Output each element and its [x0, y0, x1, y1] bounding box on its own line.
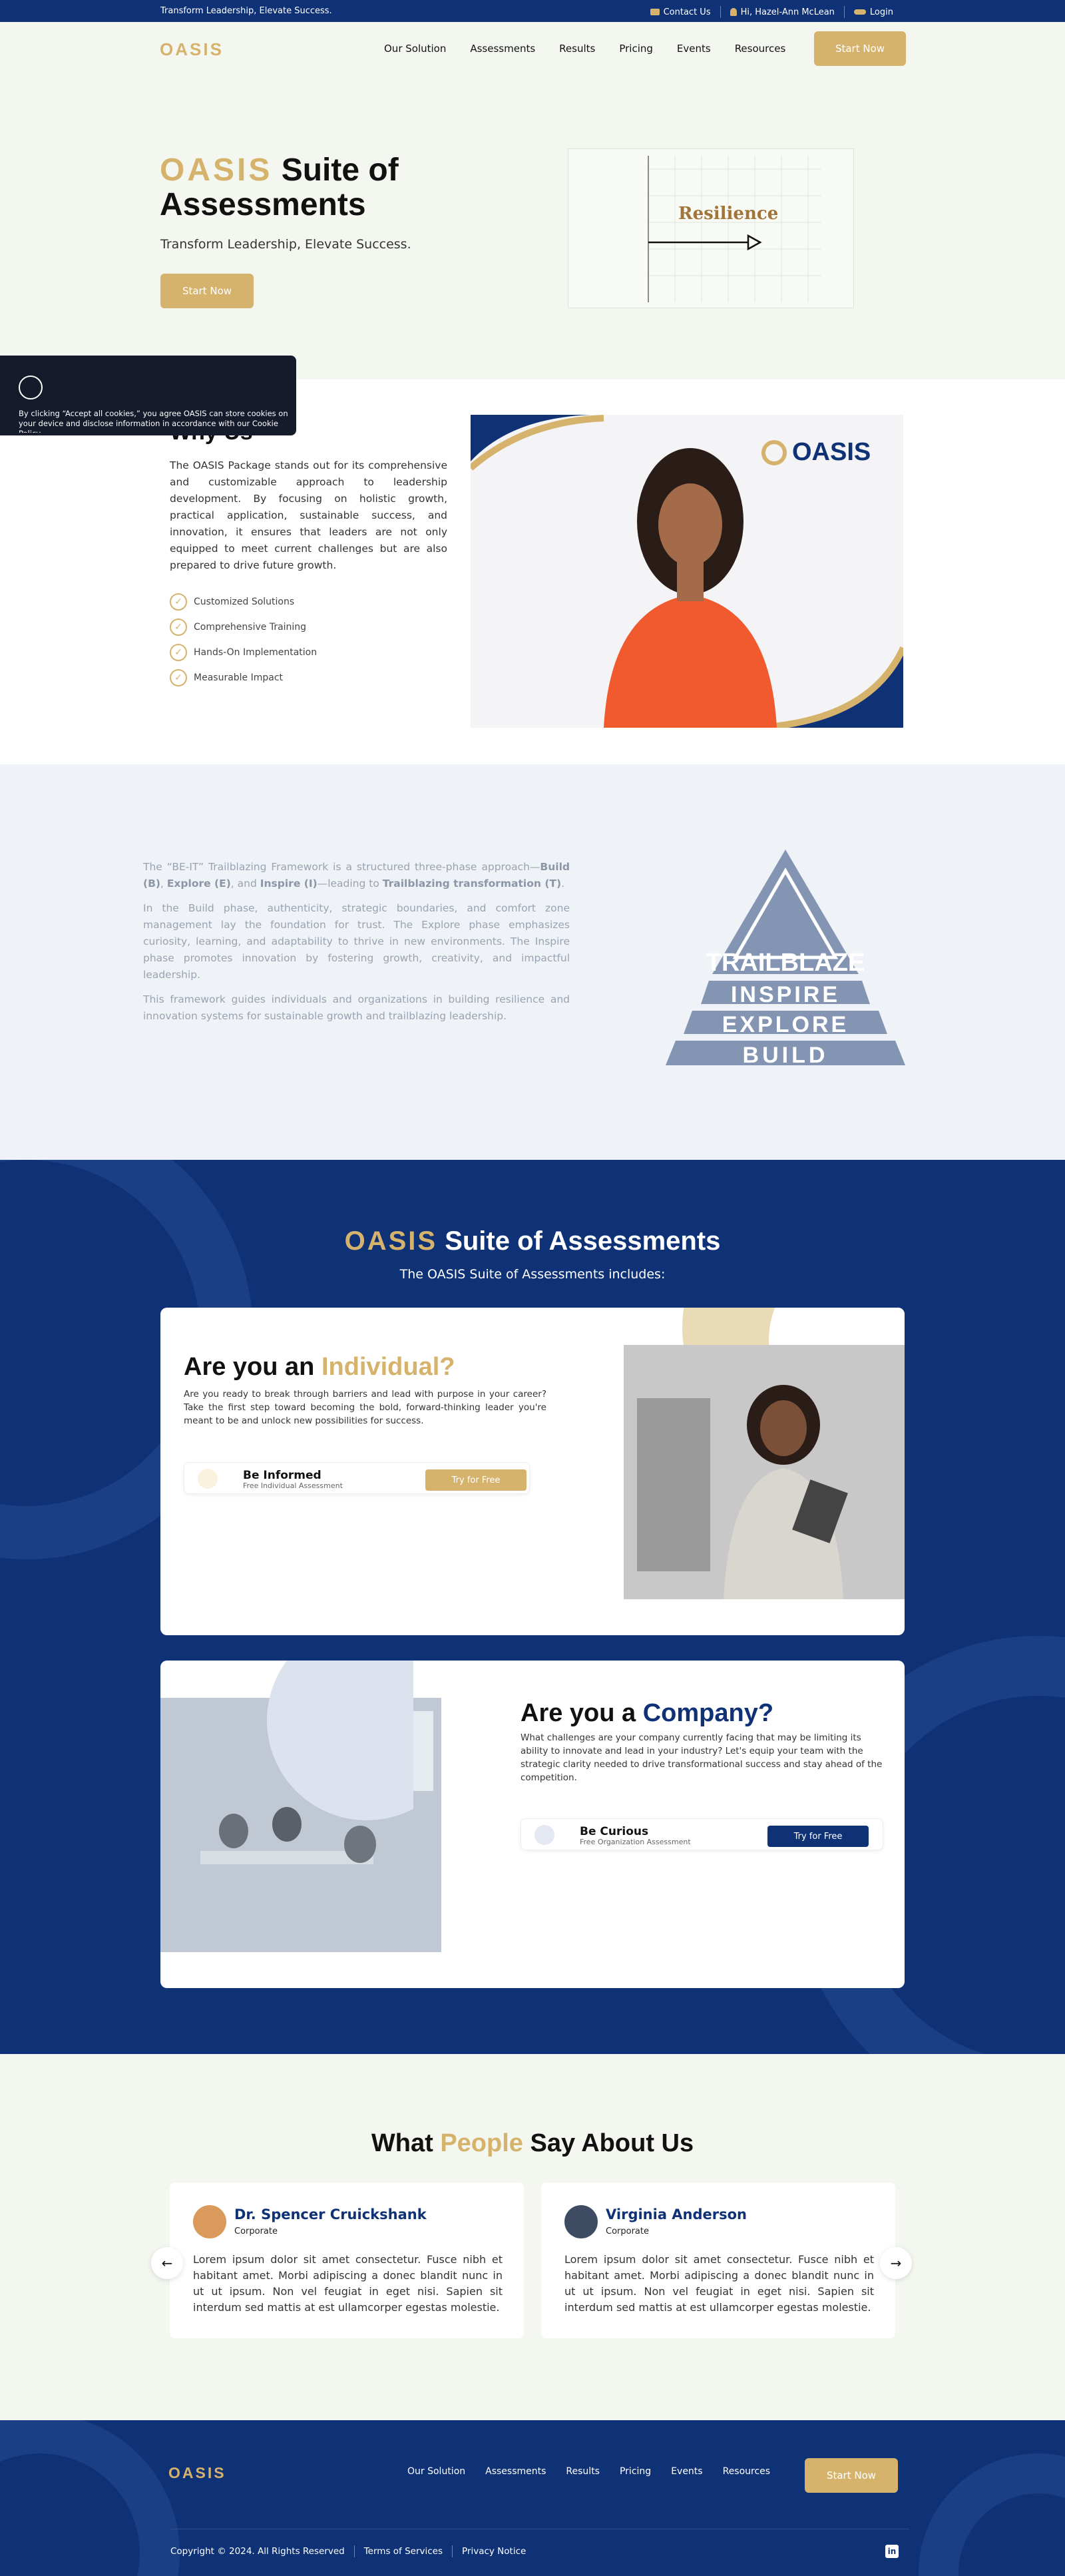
footer-bottom: Copyright © 2024. All Rights Reserved Te…: [170, 2545, 526, 2557]
footer-nav-pricing[interactable]: Pricing: [620, 2466, 651, 2477]
magnifier-icon: [534, 1825, 554, 1845]
company-try-free-button[interactable]: Try for Free: [767, 1826, 869, 1847]
privacy-link[interactable]: Privacy Notice: [462, 2546, 526, 2557]
trailblaze-section: The “BE-IT” Trailblazing Framework is a …: [0, 764, 1065, 1160]
divider: [452, 2545, 453, 2557]
resilience-chart-graphic: [648, 156, 821, 302]
footer-nav-our-solution[interactable]: Our Solution: [407, 2466, 465, 2477]
check-icon: ✓: [170, 644, 187, 661]
framework-paragraph: The “BE-IT” Trailblazing Framework is a …: [143, 861, 570, 890]
hero-start-now-button[interactable]: Start Now: [160, 274, 254, 308]
feature-item: ✓ Customized Solutions: [170, 589, 317, 615]
nav-events[interactable]: Events: [677, 43, 711, 55]
framework-paragraph: In the Build phase, authenticity, strate…: [143, 902, 570, 981]
header-start-now-button[interactable]: Start Now: [814, 31, 906, 66]
footer-logo[interactable]: OASIS: [168, 2464, 226, 2482]
user-greeting[interactable]: Hi, Hazel-Ann McLean: [730, 7, 835, 17]
check-icon: ✓: [170, 593, 187, 611]
company-card: Are you a Company? What challenges are y…: [160, 1661, 905, 1988]
footer-nav-results[interactable]: Results: [566, 2466, 600, 2477]
linkedin-icon[interactable]: in: [885, 2545, 899, 2558]
copyright: Copyright © 2024. All Rights Reserved: [170, 2546, 345, 2557]
divider: [353, 2545, 355, 2557]
nav-pricing[interactable]: Pricing: [619, 43, 653, 55]
suite-section: OASIS Suite of Assessments The OASIS Sui…: [0, 1160, 1065, 2054]
individual-photo: [624, 1345, 905, 1599]
terms-link[interactable]: Terms of Services: [364, 2546, 443, 2557]
company-assessment-pill: Be Curious Free Organization Assessment …: [521, 1818, 883, 1850]
carousel-prev-arrow-icon[interactable]: ←: [151, 2247, 183, 2279]
footer-nav-assessments[interactable]: Assessments: [485, 2466, 546, 2477]
suite-intro: The OASIS Suite of Assessments includes:: [399, 1267, 666, 1282]
cookie-banner: By clicking “Accept all cookies,” you ag…: [0, 356, 296, 435]
resilience-graphic: Resilience: [568, 148, 854, 308]
contact-link[interactable]: Contact Us: [650, 7, 711, 17]
resilience-label: Resilience: [678, 204, 779, 224]
footer-nav-resources[interactable]: Resources: [723, 2466, 771, 2477]
cookie-icon[interactable]: [19, 376, 43, 399]
individual-description: Are you ready to break through barriers …: [184, 1389, 546, 1426]
framework-text: The “BE-IT” Trailblazing Framework is a …: [143, 859, 570, 1033]
pyramid-explore: EXPLORE: [722, 1012, 849, 1037]
nav-results[interactable]: Results: [559, 43, 595, 55]
check-icon: ✓: [170, 669, 187, 686]
carousel-next-arrow-icon[interactable]: →: [880, 2247, 912, 2279]
suite-title: OASIS Suite of Assessments: [344, 1226, 721, 1256]
why-us-section: Why Us The OASIS Package stands out for …: [0, 380, 1065, 764]
top-tagline: Transform Leadership, Elevate Success.: [160, 6, 332, 16]
nav-assessments[interactable]: Assessments: [470, 43, 535, 55]
pyramid-build: BUILD: [743, 1043, 829, 1068]
feature-list: ✓ Customized Solutions ✓ Comprehensive Tra…: [170, 589, 317, 690]
check-icon: ✓: [170, 619, 187, 636]
cookie-text: By clicking “Accept all cookies,” you ag…: [19, 409, 288, 433]
avatar: [564, 2205, 598, 2238]
testimonials-section: What People Say About Us Dr. Spencer Cru…: [0, 2054, 1065, 2420]
feature-item: ✓ Comprehensive Training: [170, 615, 317, 640]
portrait-logo: OASIS: [761, 438, 871, 467]
footer-start-now-button[interactable]: Start Now: [805, 2458, 898, 2493]
lightbulb-icon: [198, 1469, 218, 1489]
pyramid-inspire: INSPIRE: [731, 982, 840, 1007]
company-description: What challenges are your company current…: [521, 1732, 883, 1783]
user-icon: [730, 8, 737, 16]
hero-subtitle: Transform Leadership, Elevate Success.: [160, 237, 411, 252]
testimonial-card: Dr. Spencer Cruickshank Corporate Lorem …: [170, 2183, 524, 2338]
testimonials-title: What People Say About Us: [371, 2129, 694, 2157]
footer-nav-events[interactable]: Events: [671, 2466, 702, 2477]
hero-title: OASIS Suite of Assessments: [160, 152, 399, 222]
individual-try-free-button[interactable]: Try for Free: [425, 1469, 527, 1491]
nav-resources[interactable]: Resources: [735, 43, 786, 55]
key-icon: [853, 9, 866, 15]
divider: [843, 6, 845, 18]
oasis-mark-icon: [761, 439, 787, 465]
divider: [720, 6, 721, 18]
feature-item: ✓ Hands-On Implementation: [170, 640, 317, 665]
card-decoration: [267, 1661, 413, 1820]
site-logo[interactable]: OASIS: [160, 39, 224, 60]
background-swoosh: [0, 2420, 1065, 2576]
pyramid-trailblaze: TRAILBLAZE: [706, 949, 865, 977]
framework-paragraph: This framework guides individuals and or…: [143, 993, 570, 1022]
feature-item: ✓ Measurable Impact: [170, 665, 317, 690]
testimonial-card: Virginia Anderson Corporate Lorem ipsum …: [541, 2183, 895, 2338]
main-nav: Our Solution Assessments Results Pricing…: [384, 43, 785, 55]
trailblaze-pyramid: TRAILBLAZE INSPIRE EXPLORE BUILD: [666, 850, 905, 1068]
footer-nav: Our Solution Assessments Results Pricing…: [407, 2466, 770, 2477]
individual-assessment-pill: Be Informed Free Individual Assessment T…: [184, 1462, 530, 1494]
avatar: [193, 2205, 226, 2238]
individual-card: Are you an Individual? Are you ready to …: [160, 1308, 905, 1635]
main-header: OASIS Our Solution Assessments Results P…: [0, 22, 1065, 75]
login-link[interactable]: Login: [853, 7, 893, 17]
company-heading: Are you a Company?: [521, 1699, 774, 1727]
hero-section: OASIS Suite of Assessments Transform Lea…: [0, 75, 1065, 380]
envelope-icon: [650, 9, 660, 15]
nav-our-solution[interactable]: Our Solution: [384, 43, 446, 55]
why-us-body: The OASIS Package stands out for its com…: [170, 459, 447, 571]
site-footer: OASIS Our Solution Assessments Results P…: [0, 2420, 1065, 2576]
top-bar: Transform Leadership, Elevate Success. C…: [0, 0, 1065, 22]
leader-portrait-image: OASIS: [471, 415, 903, 728]
individual-heading: Are you an Individual?: [184, 1353, 455, 1381]
